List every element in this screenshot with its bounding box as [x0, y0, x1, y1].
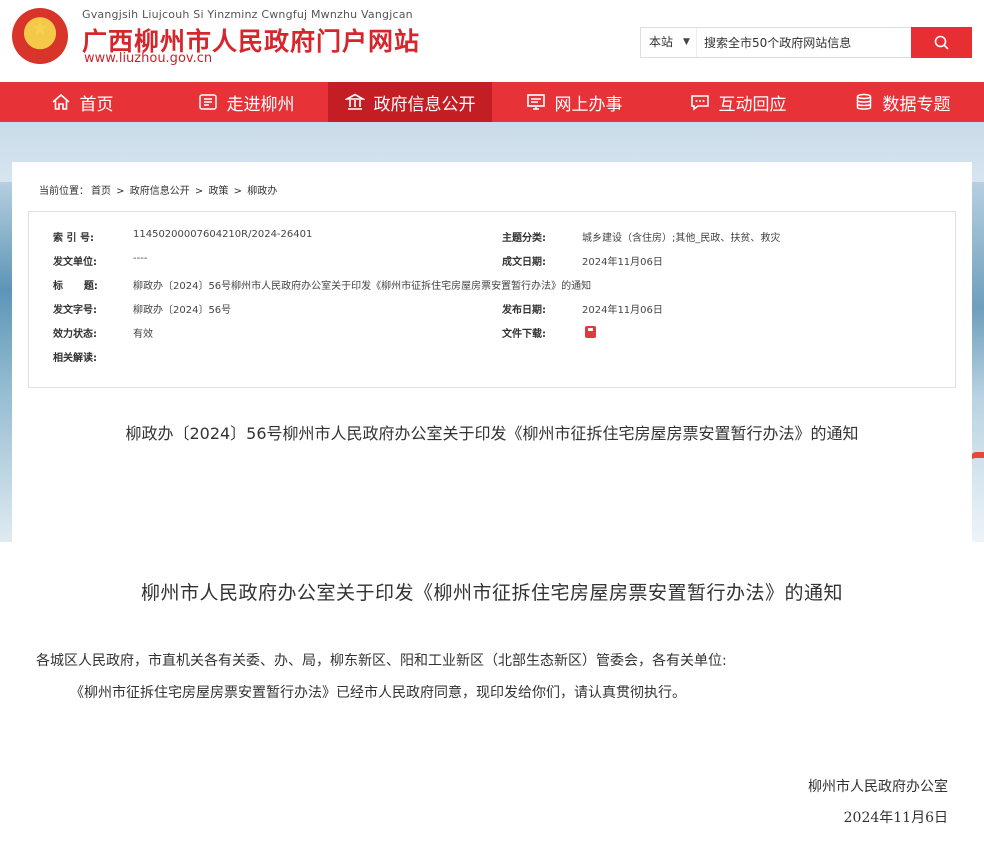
breadcrumb-item-policy[interactable]: 政策	[209, 186, 229, 197]
published-date-label: 发布日期:	[502, 305, 546, 316]
breadcrumb-item-home[interactable]: 首页	[91, 186, 111, 197]
document-title: 柳州市人民政府办公室关于印发《柳州市征拆住宅房屋房票安置暂行办法》的通知	[140, 582, 843, 604]
chat-icon	[690, 95, 709, 111]
nav-item-online-services[interactable]: 网上办事	[492, 82, 656, 122]
chevron-down-icon: ▼	[683, 37, 690, 47]
document-number-value: 柳政办〔2024〕56号	[133, 305, 232, 316]
search-scope-select[interactable]: 本站 ▼	[641, 28, 697, 57]
document-date: 2024年11月6日	[843, 810, 948, 826]
nav-label: 网上办事	[554, 94, 623, 115]
search-icon	[934, 35, 949, 50]
issuer-label: 发文单位:	[53, 257, 97, 268]
government-icon	[344, 93, 365, 110]
document-salutation: 各城区人民政府，市直机关各有关委、办、局，柳东新区、阳和工业新区（北部生态新区）…	[36, 653, 727, 669]
created-date-value: 2024年11月06日	[582, 257, 663, 268]
published-date-value: 2024年11月06日	[582, 305, 663, 316]
document-signature: 柳州市人民政府办公室	[808, 779, 948, 795]
validity-status-value: 有效	[133, 329, 153, 340]
nav-item-home[interactable]: 首页	[0, 82, 164, 122]
title-label: 标 题:	[53, 281, 98, 292]
nav-label: 互动回应	[718, 94, 787, 115]
nav-item-about-liuzhou[interactable]: 走进柳州	[164, 82, 328, 122]
document-number-label: 发文字号:	[53, 305, 97, 316]
index-number-value: 11450200007604210R/2024-26401	[133, 229, 313, 240]
site-url[interactable]: www.liuzhou.gov.cn	[84, 51, 212, 66]
validity-status-label: 效力状态:	[53, 329, 97, 340]
nav-item-gov-info[interactable]: 政府信息公开	[328, 82, 492, 122]
breadcrumb-prefix: 当前位置：	[39, 186, 89, 197]
content-card: 当前位置： 首页 > 政府信息公开 > 政策 > 柳政办 索 引 号: 11450…	[12, 162, 972, 846]
nav-item-interaction[interactable]: 互动回应	[656, 82, 820, 122]
document-metadata-table: 索 引 号: 11450200007604210R/2024-26401 主题分…	[28, 211, 956, 388]
national-emblem-icon[interactable]	[12, 8, 68, 64]
pdf-file-icon[interactable]	[585, 326, 596, 338]
document-body: 《柳州市征拆住宅房屋房票安置暂行办法》已经市人民政府同意，现印发给你们，请认真贯…	[70, 685, 686, 701]
metadata-row: 索 引 号: 11450200007604210R/2024-26401 主题分…	[29, 229, 957, 253]
search-button[interactable]	[911, 27, 972, 58]
file-download-label: 文件下载:	[502, 329, 546, 340]
metadata-row: 发文单位: ---- 成文日期: 2024年11月06日	[29, 253, 957, 277]
related-interpretation-label: 相关解读:	[53, 353, 97, 364]
index-number-label: 索 引 号:	[53, 233, 94, 244]
document-heading: 柳政办〔2024〕56号柳州市人民政府办公室关于印发《柳州市征拆住宅房屋房票安置…	[125, 424, 859, 443]
created-date-label: 成文日期:	[502, 257, 546, 268]
metadata-row: 效力状态: 有效 文件下载:	[29, 325, 957, 349]
issuer-value: ----	[133, 253, 148, 264]
nav-label: 政府信息公开	[373, 94, 476, 115]
nav-label: 数据专题	[882, 94, 951, 115]
site-header: Gvangjsih Liujcouh Si Yinzminz Cwngfuj M…	[0, 0, 984, 82]
breadcrumb-item-current[interactable]: 柳政办	[247, 186, 277, 197]
breadcrumb-item-gov-info[interactable]: 政府信息公开	[130, 186, 190, 197]
nav-label: 走进柳州	[226, 94, 295, 115]
search-scope-label: 本站	[649, 35, 674, 49]
search-bar: 本站 ▼	[640, 27, 972, 58]
nav-item-data-topics[interactable]: 数据专题	[820, 82, 984, 122]
nav-label: 首页	[79, 94, 114, 115]
main-nav: 首页 走进柳州 政府信息公开 网上办事 互动回应 数据专题	[0, 82, 984, 122]
search-input[interactable]	[701, 28, 911, 57]
metadata-row: 相关解读:	[29, 349, 957, 373]
topic-value: 城乡建设（含住房）;其他_民政、扶贫、救灾	[582, 233, 781, 244]
city-icon	[198, 94, 217, 110]
breadcrumb: 当前位置： 首页 > 政府信息公开 > 政策 > 柳政办	[39, 182, 279, 197]
breadcrumb-separator: >	[113, 186, 128, 197]
topic-label: 主题分类:	[502, 233, 546, 244]
breadcrumb-separator: >	[230, 186, 246, 197]
metadata-row: 标 题: 柳政办〔2024〕56号柳州市人民政府办公室关于印发《柳州市征拆住宅房…	[29, 277, 957, 301]
home-icon	[51, 93, 70, 110]
title-value: 柳政办〔2024〕56号柳州市人民政府办公室关于印发《柳州市征拆住宅房屋房票安置…	[133, 281, 592, 292]
monitor-icon	[526, 94, 545, 110]
metadata-row: 发文字号: 柳政办〔2024〕56号 发布日期: 2024年11月06日	[29, 301, 957, 325]
database-icon	[856, 93, 871, 110]
breadcrumb-separator: >	[191, 186, 207, 197]
site-name-pinyin: Gvangjsih Liujcouh Si Yinzminz Cwngfuj M…	[82, 8, 413, 21]
